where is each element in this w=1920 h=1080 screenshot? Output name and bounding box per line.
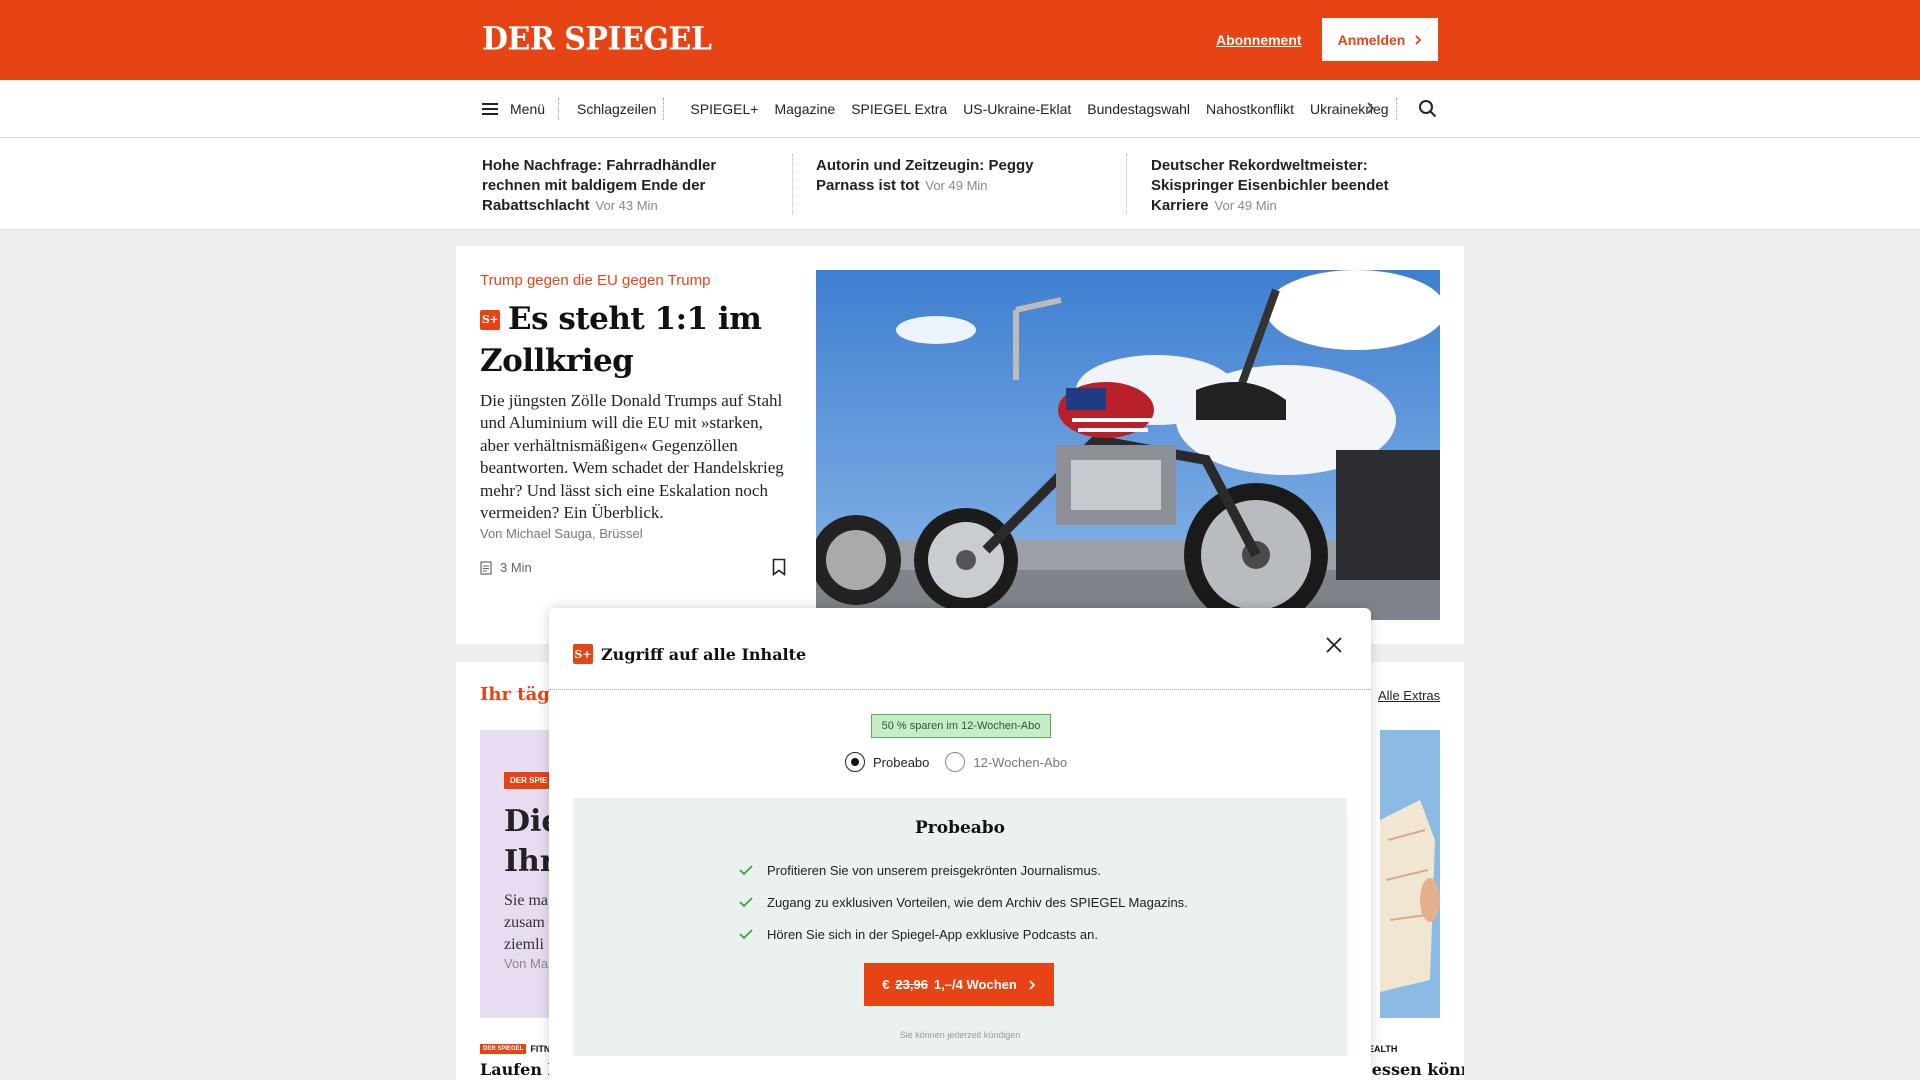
fitness-label: DER SPIEGEL FITNE xyxy=(480,1044,556,1054)
spiegel-logo[interactable]: DER SPIEGEL xyxy=(482,21,712,58)
article-icon xyxy=(480,560,492,575)
discount-badge: 50 % sparen im 12-Wochen-Abo xyxy=(871,714,1051,738)
modal-title: S+ Zugriff auf alle Inhalte xyxy=(573,644,806,664)
radio-label: 12-Wochen-Abo xyxy=(973,754,1068,770)
promo-text-line: ziemli xyxy=(504,936,544,953)
ticker-time: Vor 49 Min xyxy=(925,178,988,193)
hamburger-icon xyxy=(482,103,498,115)
headline-ticker: Hohe Nachfrage: Fahrradhändler rechnen m… xyxy=(0,138,1920,230)
nav-item-us-ukraine[interactable]: US-Ukraine-Eklat xyxy=(963,101,1071,117)
cancel-note: Sie können jederzeit kündigen xyxy=(899,1030,1021,1040)
plan-details: Probeabo Profitieren Sie von unserem pre… xyxy=(573,798,1347,1056)
nav-item-schlagzeilen[interactable]: Schlagzeilen xyxy=(577,101,656,117)
ticker-divider xyxy=(792,154,793,214)
health-article-title[interactable]: e essen könn xyxy=(1356,1060,1464,1079)
check-icon xyxy=(739,865,753,875)
plan-selector: Probeabo 12-Wochen-Abo xyxy=(845,752,1067,772)
ticker-time: Vor 43 Min xyxy=(595,198,658,213)
check-icon xyxy=(739,897,753,907)
ticker-divider xyxy=(1126,154,1127,214)
nav-item-spiegel-plus[interactable]: SPIEGEL+ xyxy=(690,101,758,117)
nav-divider xyxy=(558,98,559,120)
nav-scroll-right-icon[interactable] xyxy=(1366,100,1376,116)
nav-item-magazine[interactable]: Magazine xyxy=(774,101,835,117)
promo-author: Von Ma xyxy=(504,956,549,971)
subscription-link[interactable]: Abonnement xyxy=(1216,32,1302,48)
menu-label: Menü xyxy=(510,101,546,117)
search-icon[interactable] xyxy=(1416,97,1440,121)
radio-probeabo[interactable]: Probeabo xyxy=(845,752,929,772)
nav-item-spiegel-extra[interactable]: SPIEGEL Extra xyxy=(851,101,947,117)
article-teaser: Die jüngsten Zölle Donald Trumps auf Sta… xyxy=(480,391,784,523)
radio-unselected-icon xyxy=(945,752,966,772)
login-button-label: Anmelden xyxy=(1337,31,1406,48)
promo-text-line: Sie ma xyxy=(504,892,548,909)
top-header: DER SPIEGEL Abonnement Anmelden xyxy=(0,0,1920,80)
chevron-right-icon xyxy=(1415,34,1422,45)
benefit-text: Hören Sie sich in der Spiegel-App exklus… xyxy=(767,926,1098,942)
cta-price: 1,–/4 Wochen xyxy=(933,977,1017,992)
chevron-right-icon xyxy=(1029,979,1036,990)
cta-old-price: 23,96 xyxy=(895,977,928,992)
subscribe-button[interactable]: € 23,96 1,–/4 Wochen xyxy=(864,963,1054,1006)
promo-text: Sie ma zusam ziemli xyxy=(504,890,548,956)
all-extras-link[interactable]: Alle Extras xyxy=(1378,688,1440,703)
article-author: Von Michael Sauga, Brüssel xyxy=(480,526,643,541)
radio-selected-icon xyxy=(845,752,865,772)
benefit-list: Profitieren Sie von unserem preisgekrönt… xyxy=(739,854,1188,950)
cta-currency: € xyxy=(882,977,890,992)
ticker-item[interactable]: Autorin und Zeitzeugin: Peggy Parnass is… xyxy=(816,156,1066,196)
bookmark-icon[interactable] xyxy=(772,558,786,576)
ticker-item[interactable]: Deutscher Rekordweltmeister: Skispringer… xyxy=(1151,156,1401,216)
nav-items: Schlagzeilen SPIEGEL+ Magazine SPIEGEL E… xyxy=(577,80,1405,138)
nav-item-ukrainekrieg[interactable]: Ukrainekrieg xyxy=(1310,101,1389,117)
benefit-text: Profitieren Sie von unserem preisgekrönt… xyxy=(767,862,1101,878)
ticker-time: Vor 49 Min xyxy=(1214,198,1277,213)
nav-divider xyxy=(1396,98,1397,120)
promo-text-line: zusam xyxy=(504,914,545,931)
benefit-item: Zugang zu exklusiven Vorteilen, wie dem … xyxy=(739,886,1188,918)
spiegel-badge: DER SPIE xyxy=(504,772,554,789)
benefit-item: Profitieren Sie von unserem preisgekrönt… xyxy=(739,854,1188,886)
menu-button[interactable]: Menü xyxy=(482,80,545,138)
benefit-text: Zugang zu exklusiven Vorteilen, wie dem … xyxy=(767,894,1188,910)
radio-12-wochen-abo[interactable]: 12-Wochen-Abo xyxy=(945,752,1067,772)
motorcycle-photo xyxy=(816,270,1440,620)
nav-item-bundestagswahl[interactable]: Bundestagswahl xyxy=(1087,101,1190,117)
lead-article[interactable]: Trump gegen die EU gegen Trump S+ Es steh… xyxy=(456,246,1464,644)
check-icon xyxy=(739,929,753,939)
headline-text: Es steht 1:1 im Zollkrieg xyxy=(480,301,762,379)
main-navigation: Menü Schlagzeilen SPIEGEL+ Magazine SPIE… xyxy=(0,80,1920,138)
nav-divider xyxy=(663,98,664,120)
article-kicker: Trump gegen die EU gegen Trump xyxy=(480,272,711,289)
health-label: EALTH xyxy=(1368,1044,1397,1054)
read-time-label: 3 Min xyxy=(500,560,532,575)
subscription-modal: S+ Zugriff auf alle Inhalte 50 % sparen … xyxy=(549,608,1371,1080)
ticker-item[interactable]: Hohe Nachfrage: Fahrradhändler rechnen m… xyxy=(482,156,732,216)
modal-title-text: Zugriff auf alle Inhalte xyxy=(601,644,807,664)
read-time: 3 Min xyxy=(480,560,532,575)
plan-title: Probeabo xyxy=(914,818,1006,838)
close-icon[interactable] xyxy=(1325,636,1343,654)
spiegel-plus-icon: S+ xyxy=(480,310,500,330)
login-button[interactable]: Anmelden xyxy=(1322,18,1438,61)
benefit-item: Hören Sie sich in der Spiegel-App exklus… xyxy=(739,918,1188,950)
spiegel-plus-icon: S+ xyxy=(573,644,593,664)
radio-label: Probeabo xyxy=(873,754,930,770)
category-label: EALTH xyxy=(1368,1044,1398,1054)
modal-header: S+ Zugriff auf alle Inhalte xyxy=(549,608,1371,690)
article-headline[interactable]: S+ Es steht 1:1 im Zollkrieg xyxy=(480,298,780,382)
nav-item-nahostkonflikt[interactable]: Nahostkonflikt xyxy=(1206,101,1294,117)
spiegel-mini-badge: DER SPIEGEL xyxy=(480,1044,527,1054)
map-photo xyxy=(1380,730,1440,1018)
